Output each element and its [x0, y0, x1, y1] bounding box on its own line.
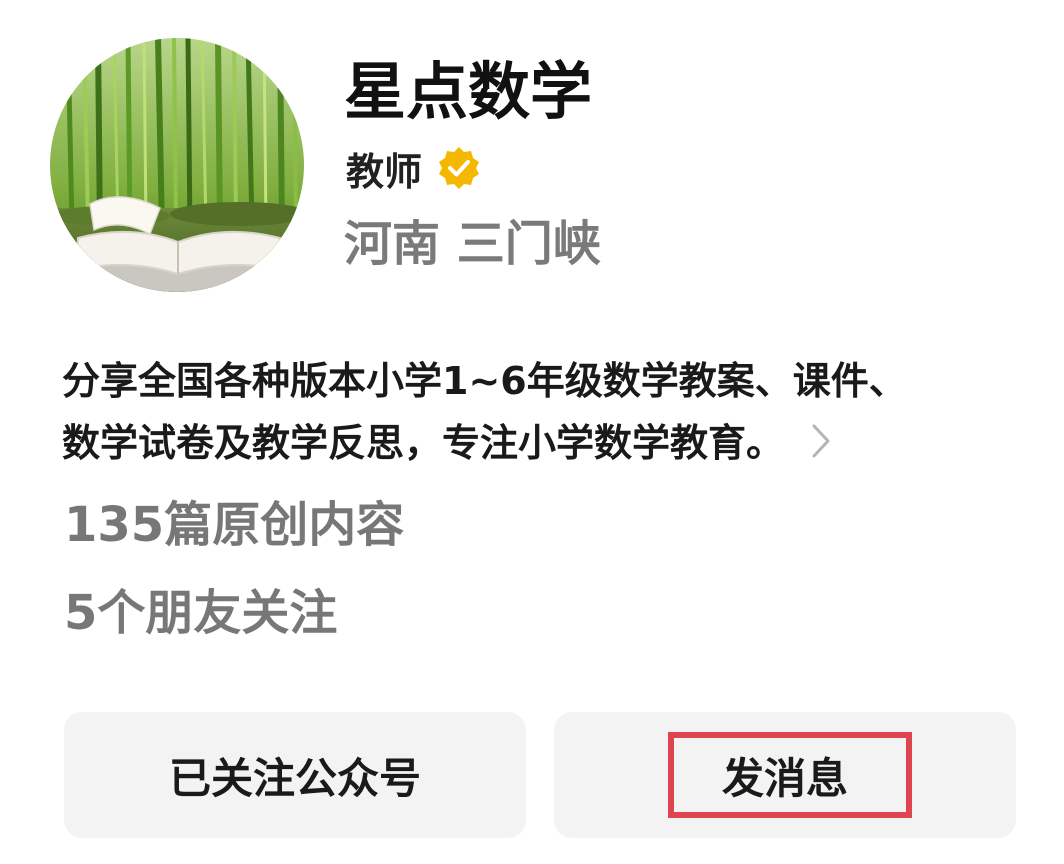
- followed-account-button[interactable]: 已关注公众号: [64, 712, 526, 838]
- verified-badge-icon: [439, 147, 480, 189]
- avatar[interactable]: [50, 38, 304, 292]
- chevron-right-icon[interactable]: [810, 422, 832, 460]
- account-location: 河南 三门峡: [344, 216, 601, 272]
- role-row: 教师: [346, 142, 482, 194]
- original-articles-count[interactable]: 135篇原创内容: [64, 494, 404, 556]
- bio-line: 分享全国各种版本小学1~6年级数学教案、课件、: [62, 359, 907, 403]
- account-role: 教师: [346, 149, 423, 194]
- send-message-button[interactable]: 发消息: [554, 712, 1016, 838]
- friends-following-count[interactable]: 5个朋友关注: [64, 582, 337, 644]
- bio-line-with-chevron: 数学试卷及教学反思，专注小学数学教育。: [62, 412, 1032, 474]
- account-bio[interactable]: 分享全国各种版本小学1~6年级数学教案、课件、 数学试卷及教学反思，专注小学数学…: [62, 350, 1032, 474]
- bio-line: 数学试卷及教学反思，专注小学数学教育。: [62, 421, 785, 465]
- account-name: 星点数学: [344, 55, 593, 128]
- avatar-bamboo-book-image: [50, 38, 304, 292]
